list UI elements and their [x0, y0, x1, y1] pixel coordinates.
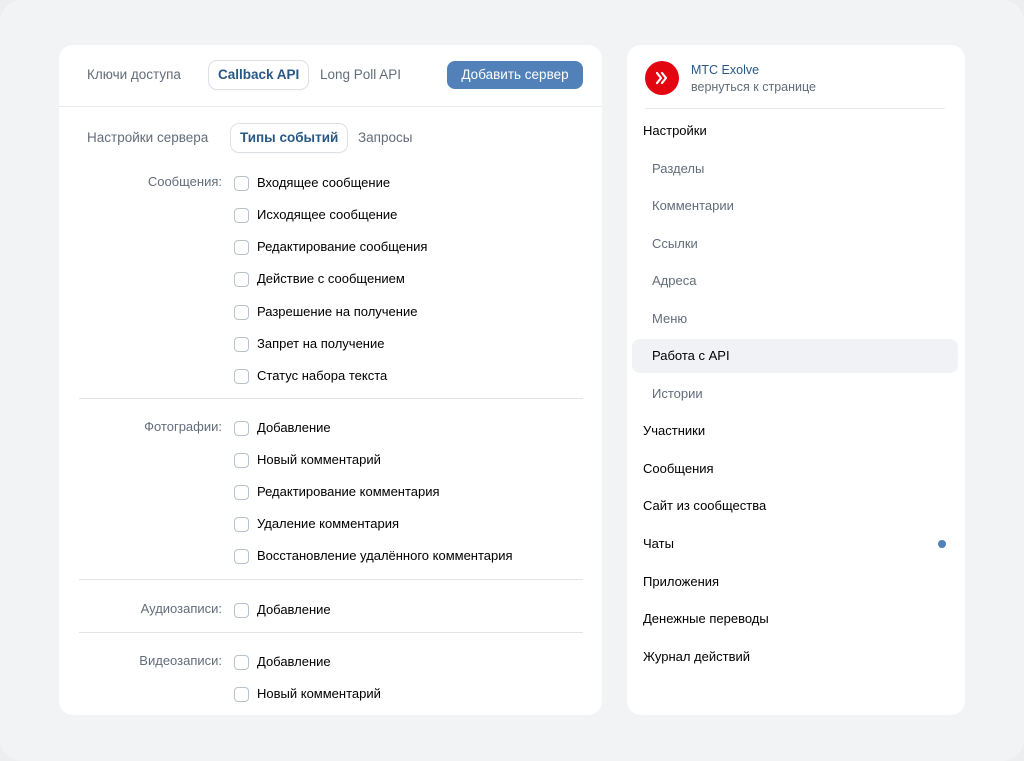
menu-apps[interactable]: Приложения — [632, 565, 958, 599]
tab-requests[interactable]: Запросы — [349, 124, 421, 152]
menu-chats[interactable]: Чаты — [632, 527, 958, 561]
checkbox-label: Статус набора текста — [257, 368, 388, 383]
event-checkbox-row[interactable]: Редактирование комментария — [234, 483, 440, 501]
checkbox-label: Запрет на получение — [257, 336, 385, 351]
event-checkbox-row[interactable]: Восстановление удалённого комментария — [234, 547, 513, 565]
checkbox-label: Удаление комментария — [257, 516, 400, 531]
checkbox[interactable] — [234, 452, 249, 468]
event-checkbox-row[interactable]: Редактирование сообщения — [234, 238, 427, 256]
menu-item-label: Чаты — [643, 536, 674, 551]
notification-dot — [938, 540, 946, 548]
checkbox[interactable] — [234, 271, 249, 287]
menu-action-log[interactable]: Журнал действий — [632, 640, 958, 674]
event-checkbox-row[interactable]: Удаление комментария — [234, 515, 399, 533]
checkbox-label: Редактирование комментария — [257, 484, 440, 499]
event-checkbox-row[interactable]: Разрешение на получение — [234, 303, 417, 321]
group-label: Фотографии: — [144, 419, 222, 434]
server-subtabs: Настройки сервера Типы событий Запросы — [59, 123, 602, 153]
menu-settings[interactable]: Настройки — [632, 114, 958, 148]
event-checkbox-row[interactable]: Запрет на получение — [234, 335, 384, 353]
checkbox[interactable] — [234, 175, 249, 191]
group-divider — [79, 632, 583, 633]
group-label: Аудиозаписи: — [140, 601, 222, 616]
checkbox[interactable] — [234, 368, 249, 384]
group-divider — [79, 579, 583, 580]
event-checkbox-row[interactable]: Добавление — [234, 653, 331, 671]
community-name[interactable]: МТС Exolve — [691, 63, 759, 77]
group-divider — [79, 398, 583, 399]
menu-messages[interactable]: Сообщения — [632, 452, 958, 486]
group-label: Сообщения: — [147, 174, 222, 189]
menu-stories[interactable]: Истории — [632, 377, 958, 411]
mts-exolve-logo-icon — [645, 61, 679, 95]
event-checkbox-row[interactable]: Добавление — [234, 419, 331, 437]
checkbox-label: Новый комментарий — [257, 686, 381, 701]
menu-sections[interactable]: Разделы — [632, 152, 958, 186]
checkbox-label: Новый комментарий — [257, 452, 381, 467]
event-checkbox-row[interactable]: Новый комментарий — [234, 451, 381, 469]
event-checkbox-row[interactable]: Исходящее сообщение — [234, 206, 397, 224]
back-to-page-link[interactable]: вернуться к странице — [691, 80, 816, 94]
checkbox[interactable] — [234, 686, 249, 702]
tab-long-poll-api[interactable]: Long Poll API — [311, 61, 410, 89]
event-checkbox-row[interactable]: Новый комментарий — [234, 685, 381, 703]
event-checkbox-row[interactable]: Действие с сообщением — [234, 270, 405, 288]
event-checkbox-row[interactable]: Статус набора текста — [234, 367, 387, 385]
checkbox[interactable] — [234, 420, 249, 436]
callback-api-settings-card: Ключи доступа Callback API Long Poll API… — [59, 45, 602, 715]
checkbox-label: Разрешение на получение — [257, 304, 418, 319]
checkbox-label: Добавление — [257, 602, 331, 617]
checkbox[interactable] — [234, 336, 249, 352]
checkbox-label: Действие с сообщением — [257, 271, 405, 286]
community-management-sidebar: МТС Exolve вернуться к странице Настройк… — [627, 45, 965, 715]
checkbox-label: Добавление — [257, 420, 331, 435]
double-chevron-icon — [655, 71, 668, 85]
checkbox-label: Добавление — [257, 654, 331, 669]
tab-event-types[interactable]: Типы событий — [231, 124, 348, 152]
checkbox-label: Восстановление удалённого комментария — [257, 548, 513, 563]
checkbox[interactable] — [234, 484, 249, 500]
group-label: Видеозаписи: — [139, 653, 222, 668]
checkbox[interactable] — [234, 304, 249, 320]
menu-api-work[interactable]: Работа с API — [632, 339, 958, 373]
community-header[interactable]: МТС Exolve вернуться к странице — [645, 61, 945, 109]
checkbox[interactable] — [234, 239, 249, 255]
add-server-button[interactable]: Добавить сервер — [447, 61, 583, 89]
tab-access-keys[interactable]: Ключи доступа — [78, 61, 190, 89]
checkbox[interactable] — [234, 548, 249, 564]
menu-comments[interactable]: Комментарии — [632, 189, 958, 223]
menu-links[interactable]: Ссылки — [632, 227, 958, 261]
menu-community-site[interactable]: Сайт из сообщества — [632, 489, 958, 523]
menu-addresses[interactable]: Адреса — [632, 264, 958, 298]
tab-callback-api[interactable]: Callback API — [209, 61, 309, 89]
event-checkbox-row[interactable]: Входящее сообщение — [234, 174, 390, 192]
checkbox-label: Входящее сообщение — [257, 175, 391, 190]
menu-members[interactable]: Участники — [632, 414, 958, 448]
checkbox-label: Исходящее сообщение — [257, 207, 398, 222]
checkbox[interactable] — [234, 207, 249, 223]
checkbox[interactable] — [234, 602, 249, 618]
checkbox-label: Редактирование сообщения — [257, 239, 428, 254]
checkbox[interactable] — [234, 654, 249, 670]
menu-menu[interactable]: Меню — [632, 302, 958, 336]
tab-server-settings[interactable]: Настройки сервера — [78, 124, 217, 152]
checkbox[interactable] — [234, 516, 249, 532]
api-tabs: Ключи доступа Callback API Long Poll API… — [59, 45, 602, 107]
event-checkbox-row[interactable]: Добавление — [234, 601, 331, 619]
menu-money-transfers[interactable]: Денежные переводы — [632, 602, 958, 636]
